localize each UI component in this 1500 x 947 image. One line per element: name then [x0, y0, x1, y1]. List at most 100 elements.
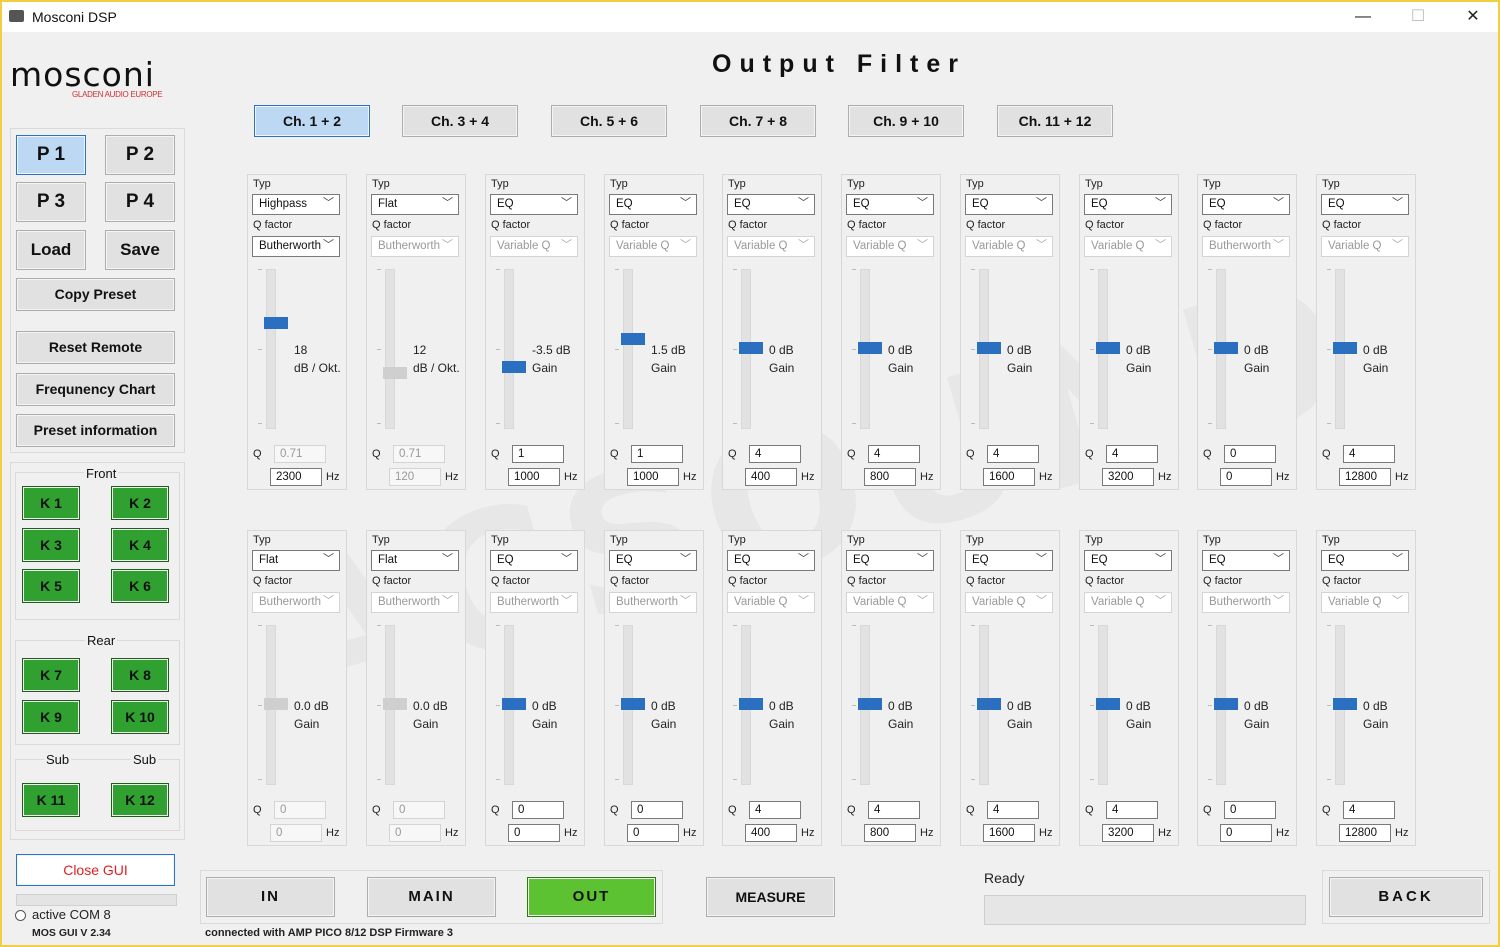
- speaker-k11-button[interactable]: K 11: [22, 783, 80, 817]
- type-dropdown[interactable]: EQ ﹀: [1321, 550, 1409, 571]
- frequency-input[interactable]: 3200: [1102, 824, 1154, 842]
- close-window-button[interactable]: ✕: [1458, 6, 1488, 28]
- type-dropdown[interactable]: Flat ﹀: [252, 550, 340, 571]
- qfactor-dropdown[interactable]: Variable Q ﹀: [609, 236, 697, 257]
- q-input[interactable]: 1: [512, 445, 564, 463]
- q-input[interactable]: 0.71: [274, 445, 326, 463]
- slider-thumb[interactable]: [1333, 342, 1357, 354]
- slider-thumb[interactable]: [739, 698, 763, 710]
- slider-track[interactable]: [504, 269, 514, 429]
- q-input[interactable]: 0.71: [393, 445, 445, 463]
- frequency-input[interactable]: 12800: [1339, 824, 1391, 842]
- q-input[interactable]: 0: [274, 801, 326, 819]
- type-dropdown[interactable]: EQ ﹀: [609, 194, 697, 215]
- type-dropdown[interactable]: EQ ﹀: [490, 194, 578, 215]
- type-dropdown[interactable]: EQ ﹀: [1202, 550, 1290, 571]
- slider-thumb[interactable]: [1096, 698, 1120, 710]
- q-input[interactable]: 4: [1343, 445, 1395, 463]
- qfactor-dropdown[interactable]: Butherworth ﹀: [252, 592, 340, 613]
- channel-tab-5[interactable]: Ch. 9 + 10: [848, 105, 964, 137]
- q-input[interactable]: 0: [1224, 801, 1276, 819]
- speaker-k2-button[interactable]: K 2: [111, 486, 169, 520]
- slider-thumb[interactable]: [621, 698, 645, 710]
- speaker-k12-button[interactable]: K 12: [111, 783, 169, 817]
- frequency-input[interactable]: 800: [864, 468, 916, 486]
- load-button[interactable]: Load: [16, 230, 86, 270]
- type-dropdown[interactable]: EQ ﹀: [1321, 194, 1409, 215]
- frequency-input[interactable]: 0: [508, 824, 560, 842]
- in-button[interactable]: IN: [206, 877, 335, 917]
- q-input[interactable]: 4: [868, 801, 920, 819]
- frequency-input[interactable]: 1000: [627, 468, 679, 486]
- q-input[interactable]: 0: [631, 801, 683, 819]
- main-button[interactable]: MAIN: [367, 877, 496, 917]
- frequency-input[interactable]: 400: [745, 468, 797, 486]
- qfactor-dropdown[interactable]: Butherworth ﹀: [252, 236, 340, 257]
- speaker-k5-button[interactable]: K 5: [22, 569, 80, 603]
- type-dropdown[interactable]: EQ ﹀: [1202, 194, 1290, 215]
- qfactor-dropdown[interactable]: Variable Q ﹀: [1084, 236, 1172, 257]
- type-dropdown[interactable]: EQ ﹀: [1084, 550, 1172, 571]
- frequency-input[interactable]: 0: [1220, 468, 1272, 486]
- slider-thumb[interactable]: [1333, 698, 1357, 710]
- reset-remote-button[interactable]: Reset Remote: [16, 331, 175, 364]
- qfactor-dropdown[interactable]: Butherworth ﹀: [1202, 236, 1290, 257]
- frequency-input[interactable]: 0: [270, 824, 322, 842]
- q-input[interactable]: 4: [1106, 445, 1158, 463]
- q-input[interactable]: 4: [749, 801, 801, 819]
- slider-thumb[interactable]: [264, 698, 288, 710]
- speaker-k3-button[interactable]: K 3: [22, 528, 80, 562]
- measure-button[interactable]: MEASURE: [706, 877, 835, 917]
- slider-track[interactable]: [385, 269, 395, 429]
- save-button[interactable]: Save: [105, 230, 175, 270]
- type-dropdown[interactable]: EQ ﹀: [965, 550, 1053, 571]
- q-input[interactable]: 0: [512, 801, 564, 819]
- slider-thumb[interactable]: [1096, 342, 1120, 354]
- type-dropdown[interactable]: Highpass ﹀: [252, 194, 340, 215]
- qfactor-dropdown[interactable]: Variable Q ﹀: [490, 236, 578, 257]
- slider-thumb[interactable]: [858, 698, 882, 710]
- type-dropdown[interactable]: Flat ﹀: [371, 550, 459, 571]
- slider-thumb[interactable]: [264, 317, 288, 329]
- qfactor-dropdown[interactable]: Variable Q ﹀: [965, 592, 1053, 613]
- type-dropdown[interactable]: EQ ﹀: [727, 550, 815, 571]
- qfactor-dropdown[interactable]: Butherworth ﹀: [1202, 592, 1290, 613]
- frequency-input[interactable]: 1000: [508, 468, 560, 486]
- speaker-k6-button[interactable]: K 6: [111, 569, 169, 603]
- qfactor-dropdown[interactable]: Butherworth ﹀: [609, 592, 697, 613]
- frequency-input[interactable]: 0: [627, 824, 679, 842]
- slider-track[interactable]: [623, 269, 633, 429]
- speaker-k7-button[interactable]: K 7: [22, 658, 80, 692]
- type-dropdown[interactable]: EQ ﹀: [609, 550, 697, 571]
- type-dropdown[interactable]: EQ ﹀: [727, 194, 815, 215]
- type-dropdown[interactable]: EQ ﹀: [846, 194, 934, 215]
- slider-thumb[interactable]: [502, 698, 526, 710]
- speaker-k9-button[interactable]: K 9: [22, 700, 80, 734]
- channel-tab-4[interactable]: Ch. 7 + 8: [700, 105, 816, 137]
- com-radio[interactable]: [15, 910, 26, 921]
- slider-thumb[interactable]: [1214, 698, 1238, 710]
- speaker-k1-button[interactable]: K 1: [22, 486, 80, 520]
- q-input[interactable]: 4: [749, 445, 801, 463]
- qfactor-dropdown[interactable]: Variable Q ﹀: [727, 592, 815, 613]
- slider-thumb[interactable]: [858, 342, 882, 354]
- q-input[interactable]: 4: [1106, 801, 1158, 819]
- frequency-input[interactable]: 120: [389, 468, 441, 486]
- qfactor-dropdown[interactable]: Butherworth ﹀: [490, 592, 578, 613]
- slider-thumb[interactable]: [502, 361, 526, 373]
- frequency-input[interactable]: 0: [1220, 824, 1272, 842]
- qfactor-dropdown[interactable]: Variable Q ﹀: [846, 592, 934, 613]
- slider-thumb[interactable]: [1214, 342, 1238, 354]
- type-dropdown[interactable]: EQ ﹀: [965, 194, 1053, 215]
- frequency-input[interactable]: 1600: [983, 824, 1035, 842]
- channel-tab-1[interactable]: Ch. 1 + 2: [254, 105, 370, 137]
- frequency-input[interactable]: 800: [864, 824, 916, 842]
- type-dropdown[interactable]: Flat ﹀: [371, 194, 459, 215]
- speaker-k8-button[interactable]: K 8: [111, 658, 169, 692]
- minimize-button[interactable]: —: [1348, 6, 1378, 28]
- q-input[interactable]: 0: [393, 801, 445, 819]
- slider-thumb[interactable]: [977, 698, 1001, 710]
- slider-track[interactable]: [266, 269, 276, 429]
- preset-p4-button[interactable]: P 4: [105, 182, 175, 222]
- q-input[interactable]: 4: [987, 445, 1039, 463]
